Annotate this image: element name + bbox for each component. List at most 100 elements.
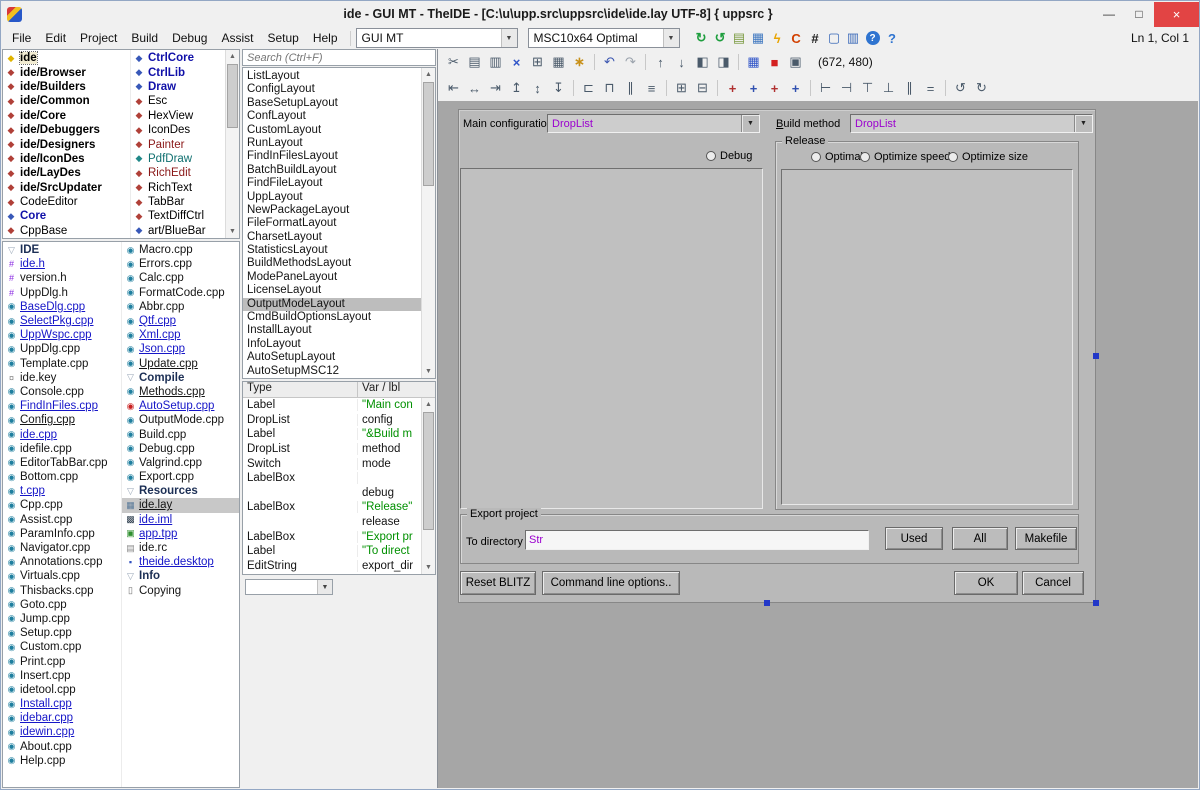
property-row[interactable]: release — [243, 515, 421, 530]
file-item[interactable]: ◉Goto.cpp — [3, 598, 121, 612]
file-item[interactable]: ◉Update.cpp — [122, 357, 239, 371]
export-project-groupbox[interactable]: Export project To directory Str Used All… — [460, 514, 1079, 564]
hspace-equal-icon[interactable]: ∥ — [620, 78, 641, 98]
property-row[interactable]: Label"&Build m — [243, 427, 421, 442]
layout-item[interactable]: FindInFilesLayout — [243, 150, 421, 163]
package-item[interactable]: ◆CtrlLib — [131, 65, 225, 79]
file-item[interactable]: ◉Assist.cpp — [3, 513, 121, 527]
file-item[interactable]: ◉ide.cpp — [3, 427, 121, 441]
package-item[interactable]: ◆ide/Designers — [3, 137, 130, 151]
file-item[interactable]: ◉Help.cpp — [3, 754, 121, 768]
used-button[interactable]: Used — [885, 527, 943, 550]
file-item[interactable]: ◉Export.cpp — [122, 470, 239, 484]
flash-icon[interactable]: ϟ — [768, 29, 787, 47]
file-item[interactable]: ◉Cpp.cpp — [3, 498, 121, 512]
file-item[interactable]: ◉About.cpp — [3, 740, 121, 754]
layout-item[interactable]: ConfigLayout — [243, 83, 421, 96]
scroll-thumb[interactable] — [423, 82, 434, 186]
optimize-speed-radio[interactable]: Optimize speed — [860, 151, 950, 163]
to-directory-label[interactable]: To directory — [466, 536, 523, 548]
rotate-cw-icon[interactable]: ↻ — [971, 78, 992, 98]
file-item[interactable]: ▦ide.lay — [122, 498, 239, 512]
anchor-bottom-icon[interactable]: ⊥ — [878, 78, 899, 98]
menu-edit[interactable]: Edit — [38, 28, 73, 48]
property-row[interactable]: DropListmethod — [243, 442, 421, 457]
same-height-icon[interactable]: ⊓ — [599, 78, 620, 98]
align-top-icon[interactable]: ↥ — [506, 78, 527, 98]
status-color-icon[interactable]: ■ — [764, 52, 785, 72]
file-item[interactable]: ▪theide.desktop — [122, 555, 239, 569]
menu-project[interactable]: Project — [73, 28, 124, 48]
file-item[interactable]: ◉FindInFiles.cpp — [3, 399, 121, 413]
grid-icon[interactable]: ▦ — [743, 52, 764, 72]
file-group[interactable]: ▽Resources — [122, 484, 239, 498]
selection-handle-right[interactable] — [1093, 353, 1099, 359]
file-item[interactable]: ◉Qtf.cpp — [122, 314, 239, 328]
designer-canvas[interactable]: Main configuration DropList ▼ Build meth… — [438, 101, 1198, 788]
help-icon[interactable]: ? — [883, 29, 902, 47]
file-item[interactable]: #ide.h — [3, 257, 121, 271]
package-item[interactable]: ◆ide/IconDes — [3, 152, 130, 166]
minimize-button[interactable]: — — [1094, 2, 1124, 27]
file-item[interactable]: ◉t.cpp — [3, 484, 121, 498]
help-circle-icon[interactable]: ? — [866, 31, 880, 45]
file-item[interactable]: ◉Bottom.cpp — [3, 470, 121, 484]
menu-debug[interactable]: Debug — [165, 28, 214, 48]
file-item[interactable]: ◉Thisbacks.cpp — [3, 584, 121, 598]
file-item[interactable]: ◉ParamInfo.cpp — [3, 527, 121, 541]
sparkle-icon[interactable]: ∗ — [569, 52, 590, 72]
package-item[interactable]: ◆PdfDraw — [131, 152, 225, 166]
property-row[interactable]: LabelBox"Export pr — [243, 529, 421, 544]
file-group[interactable]: ▽IDE — [3, 243, 121, 257]
spring-left-icon[interactable]: + — [722, 78, 743, 98]
scroll-down-icon[interactable]: ▼ — [226, 225, 239, 238]
file-item[interactable]: ◉Install.cpp — [3, 697, 121, 711]
main-configuration-droplist[interactable]: DropList ▼ — [547, 114, 760, 133]
file-item[interactable]: ◉idebar.cpp — [3, 711, 121, 725]
export-package-icon[interactable]: ▤ — [730, 29, 749, 47]
package-item[interactable]: ◆ide/Debuggers — [3, 123, 130, 137]
property-row[interactable]: EditStringexport_dir — [243, 559, 421, 574]
property-row[interactable]: DropListconfig — [243, 413, 421, 428]
to-back-icon[interactable]: ◨ — [713, 52, 734, 72]
file-item[interactable]: ◉Methods.cpp — [122, 385, 239, 399]
layout-item[interactable]: CustomLayout — [243, 124, 421, 137]
sync-back-icon[interactable]: ↺ — [711, 29, 730, 47]
file-item[interactable]: ◉FormatCode.cpp — [122, 286, 239, 300]
file-item[interactable]: ◉Errors.cpp — [122, 257, 239, 271]
search-input[interactable] — [243, 50, 435, 65]
layout-item[interactable]: InstallLayout — [243, 324, 421, 337]
layout-item[interactable]: AutoSetupMSC12 — [243, 365, 421, 378]
build-method-label[interactable]: Build method — [776, 118, 840, 130]
file-item[interactable]: #UppDlg.h — [3, 286, 121, 300]
undo-icon[interactable]: ↶ — [599, 52, 620, 72]
menu-assist[interactable]: Assist — [214, 28, 260, 48]
layout-item[interactable]: InfoLayout — [243, 338, 421, 351]
makefile-button[interactable]: Makefile — [1015, 527, 1077, 550]
spring-top-icon[interactable]: + — [764, 78, 785, 98]
layout-item[interactable]: ConfLayout — [243, 110, 421, 123]
rotate-ccw-icon[interactable]: ↺ — [950, 78, 971, 98]
chevron-down-icon[interactable]: ▼ — [1074, 115, 1092, 132]
layout-item[interactable]: FileFormatLayout — [243, 217, 421, 230]
package-item[interactable]: ◆ide/Builders — [3, 80, 130, 94]
package-item[interactable]: ◆ide/Core — [3, 109, 130, 123]
vspace-equal-icon[interactable]: ≡ — [641, 78, 662, 98]
selection-handle-corner[interactable] — [1093, 600, 1099, 606]
center-vert-icon[interactable]: ⊟ — [692, 78, 713, 98]
file-item[interactable]: ◉Annotations.cpp — [3, 555, 121, 569]
package-item[interactable]: ◆art/BlueBar — [131, 224, 225, 238]
export-directory-field[interactable]: Str — [525, 530, 869, 550]
layout-item[interactable]: ModePaneLayout — [243, 271, 421, 284]
window-icon[interactable]: ▢ — [825, 29, 844, 47]
property-row[interactable]: Label"To direct — [243, 544, 421, 559]
package-item[interactable]: ◆Painter — [131, 137, 225, 151]
package-item[interactable]: ◆TabBar — [131, 195, 225, 209]
move-down-icon[interactable]: ↓ — [671, 52, 692, 72]
anchor-vert-icon[interactable]: = — [920, 78, 941, 98]
file-item[interactable]: ◉idetool.cpp — [3, 683, 121, 697]
file-item[interactable]: ◉Insert.cpp — [3, 669, 121, 683]
file-item[interactable]: ◉Navigator.cpp — [3, 541, 121, 555]
property-row[interactable]: LabelBox — [243, 471, 421, 486]
main-config-combo[interactable]: GUI MT ▼ — [356, 28, 518, 48]
